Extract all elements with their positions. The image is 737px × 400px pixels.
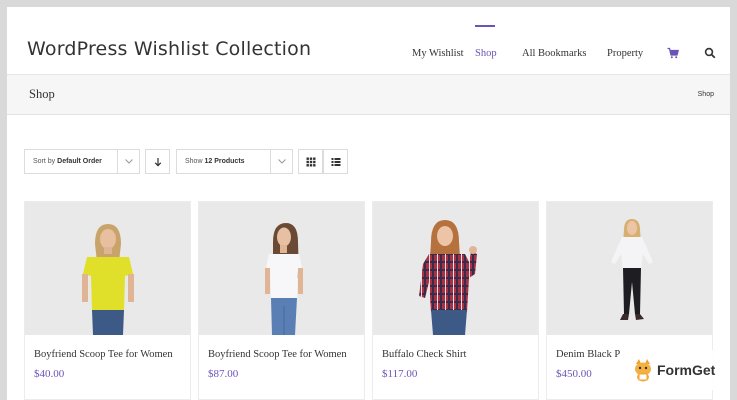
product-card[interactable]: Boyfriend Scoop Tee for Women $87.00 [198, 201, 365, 400]
product-image[interactable] [199, 202, 364, 335]
divider [117, 150, 118, 173]
page-title: Shop [29, 87, 55, 101]
cart-icon[interactable] [667, 47, 679, 59]
product-price: $40.00 [34, 368, 65, 380]
nav-all-bookmarks[interactable]: All Bookmarks [522, 48, 586, 59]
watermark-text: FormGet [657, 362, 716, 378]
product-image[interactable] [547, 202, 712, 335]
product-name[interactable]: Denim Black P [556, 349, 620, 360]
product-price: $450.00 [556, 368, 592, 380]
formget-watermark: FormGet [624, 350, 730, 390]
products-per-page-select[interactable]: Show 12 Products [176, 149, 293, 174]
product-name[interactable]: Boyfriend Scoop Tee for Women [208, 349, 347, 360]
sort-prefix: Sort by [33, 158, 56, 165]
product-card[interactable]: Boyfriend Scoop Tee for Women $40.00 [24, 201, 191, 400]
list-view-icon [331, 158, 341, 166]
nav-property[interactable]: Property [607, 48, 643, 59]
chevron-down-icon [278, 159, 286, 164]
list-view-button[interactable] [323, 149, 348, 174]
product-image[interactable] [373, 202, 538, 335]
product-image[interactable] [25, 202, 190, 335]
product-name[interactable]: Boyfriend Scoop Tee for Women [34, 349, 173, 360]
chevron-down-icon [125, 159, 133, 164]
products-per-page-label: Show 12 Products [185, 158, 245, 165]
grid-view-button[interactable] [298, 149, 323, 174]
sort-order-label: Sort by Default Order [33, 158, 102, 165]
nav-my-wishlist[interactable]: My Wishlist [412, 48, 464, 59]
sort-order-select[interactable]: Sort by Default Order [24, 149, 140, 174]
product-price: $87.00 [208, 368, 239, 380]
product-name[interactable]: Buffalo Check Shirt [382, 349, 466, 360]
formget-logo-icon [635, 359, 651, 382]
page-title-bar: Shop Shop [7, 75, 730, 115]
product-card[interactable]: Buffalo Check Shirt $117.00 [372, 201, 539, 400]
active-nav-indicator [475, 25, 495, 27]
main-nav: My Wishlist Shop All Bookmarks Property [7, 48, 730, 62]
sort-value: Default Order [57, 158, 102, 165]
show-prefix: Show [185, 158, 203, 165]
site-header: WordPress Wishlist Collection My Wishlis… [7, 7, 730, 75]
search-icon[interactable] [704, 47, 716, 59]
show-value: 12 Products [204, 158, 245, 165]
product-price: $117.00 [382, 368, 418, 380]
divider [270, 150, 271, 173]
nav-shop[interactable]: Shop [475, 48, 497, 59]
sort-direction-button[interactable] [145, 149, 170, 174]
arrow-down-icon [154, 158, 162, 167]
page-frame: WordPress Wishlist Collection My Wishlis… [7, 7, 730, 400]
breadcrumb[interactable]: Shop [698, 91, 714, 98]
grid-view-icon [306, 157, 316, 167]
